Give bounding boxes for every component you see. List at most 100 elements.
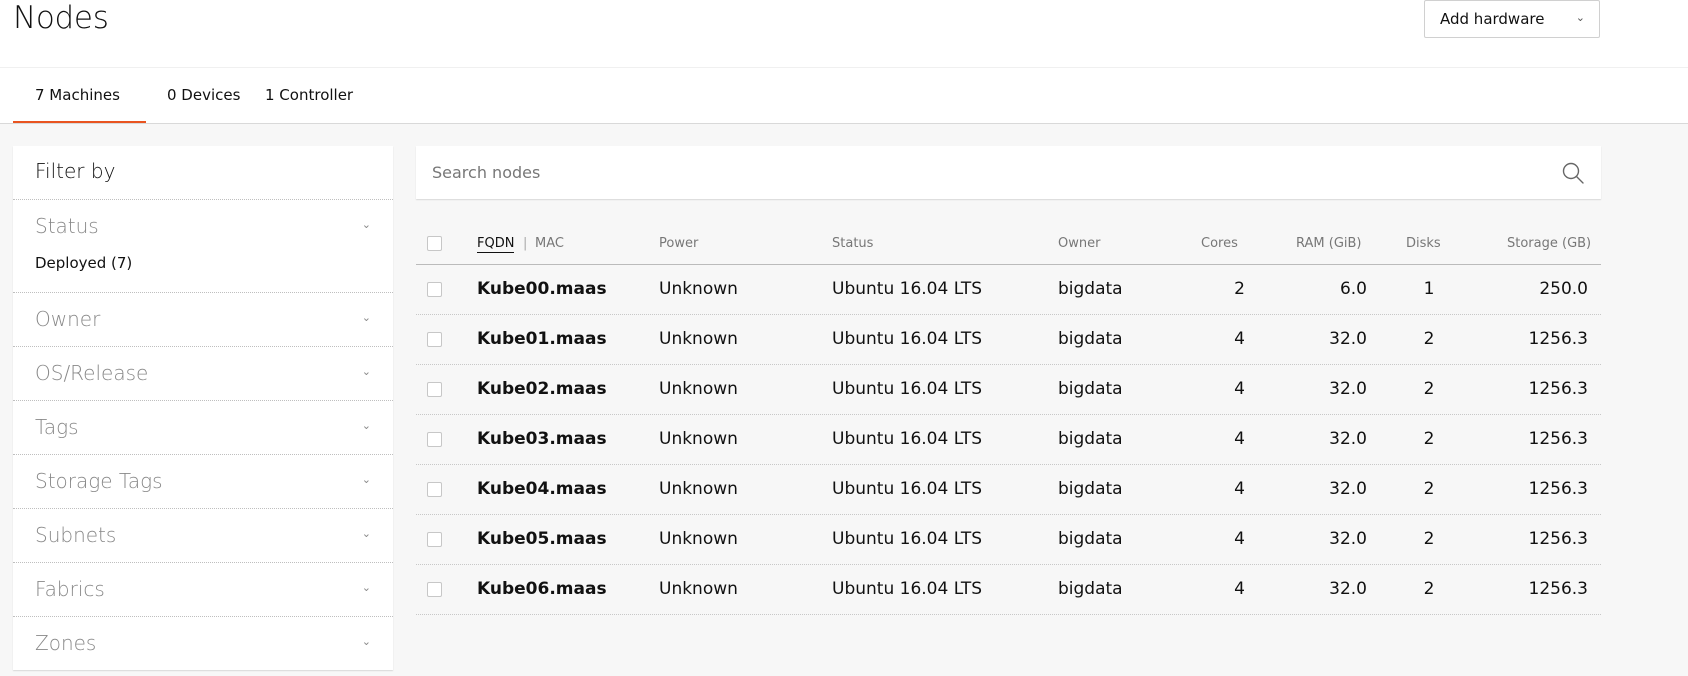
power-cell: Unknown [659, 329, 738, 349]
status-cell: Ubuntu 16.04 LTS [832, 329, 983, 349]
power-cell: Unknown [659, 379, 738, 399]
storage-cell: 1256.3 [1528, 379, 1588, 399]
select-all-checkbox[interactable] [427, 236, 442, 251]
table-header: FQDN | MAC Power Status Owner Cores RAM … [416, 228, 1601, 265]
power-cell: Unknown [659, 479, 738, 499]
facet-label: Zones [35, 631, 97, 655]
chevron-down-icon: ⌄ [361, 473, 371, 486]
owner-cell: bigdata [1058, 529, 1123, 549]
node-fqdn-link[interactable]: Kube03.maas [477, 429, 607, 449]
row-checkbox[interactable] [427, 432, 442, 447]
column-header-separator: | [523, 236, 528, 251]
chevron-down-icon: ⌄ [361, 581, 371, 594]
storage-cell: 1256.3 [1528, 429, 1588, 449]
status-cell: Ubuntu 16.04 LTS [832, 279, 983, 299]
table-row[interactable]: Kube06.maas Unknown Ubuntu 16.04 LTS big… [416, 565, 1601, 615]
chevron-down-icon: ⌄ [361, 218, 371, 231]
row-checkbox[interactable] [427, 582, 442, 597]
row-checkbox[interactable] [427, 482, 442, 497]
owner-cell: bigdata [1058, 579, 1123, 599]
cores-cell: 2 [1234, 279, 1245, 299]
chevron-down-icon: ⌄ [361, 311, 371, 324]
column-header-cores[interactable]: Cores [1201, 236, 1238, 251]
node-fqdn-link[interactable]: Kube06.maas [477, 579, 607, 599]
ram-cell: 6.0 [1339, 279, 1367, 299]
storage-cell: 1256.3 [1528, 329, 1588, 349]
search-input[interactable] [416, 146, 1536, 199]
facet-label: Status [35, 214, 99, 238]
node-fqdn-link[interactable]: Kube01.maas [477, 329, 607, 349]
status-cell: Ubuntu 16.04 LTS [832, 479, 983, 499]
disks-cell: 2 [1423, 529, 1435, 549]
column-header-owner[interactable]: Owner [1058, 236, 1100, 251]
table-row[interactable]: Kube00.maas Unknown Ubuntu 16.04 LTS big… [416, 265, 1601, 315]
column-header-storage[interactable]: Storage (GB) [1507, 236, 1591, 251]
status-cell: Ubuntu 16.04 LTS [832, 529, 983, 549]
owner-cell: bigdata [1058, 329, 1123, 349]
column-header-power[interactable]: Power [659, 236, 698, 251]
facet-label: Fabrics [35, 577, 105, 601]
page-header: Nodes Add hardware ⌄ 7 Machines 0 Device… [0, 0, 1688, 124]
table-row[interactable]: Kube02.maas Unknown Ubuntu 16.04 LTS big… [416, 365, 1601, 415]
power-cell: Unknown [659, 429, 738, 449]
column-header-disks[interactable]: Disks [1406, 236, 1441, 251]
ram-cell: 32.0 [1329, 379, 1367, 399]
filter-title: Filter by [35, 159, 116, 183]
tab-machines[interactable]: 7 Machines [13, 82, 146, 124]
row-checkbox[interactable] [427, 332, 442, 347]
disks-cell: 2 [1423, 429, 1435, 449]
disks-cell: 2 [1423, 329, 1435, 349]
disks-cell: 2 [1423, 479, 1435, 499]
column-header-status[interactable]: Status [832, 236, 873, 251]
ram-cell: 32.0 [1329, 529, 1367, 549]
disks-cell: 2 [1423, 379, 1435, 399]
ram-cell: 32.0 [1329, 479, 1367, 499]
facet-os-release[interactable]: OS/Release ⌄ [13, 347, 393, 401]
tab-controllers[interactable]: 1 Controller [263, 82, 393, 124]
column-header-fqdn[interactable]: FQDN [477, 236, 515, 253]
row-checkbox[interactable] [427, 282, 442, 297]
row-checkbox[interactable] [427, 382, 442, 397]
chevron-down-icon: ⌄ [1575, 11, 1585, 24]
table-row[interactable]: Kube04.maas Unknown Ubuntu 16.04 LTS big… [416, 465, 1601, 515]
facet-storage-tags[interactable]: Storage Tags ⌄ [13, 455, 393, 509]
column-header-mac[interactable]: MAC [535, 236, 564, 251]
tab-devices[interactable]: 0 Devices [146, 82, 263, 124]
node-fqdn-link[interactable]: Kube05.maas [477, 529, 607, 549]
cores-cell: 4 [1234, 379, 1245, 399]
cores-cell: 4 [1234, 579, 1245, 599]
cores-cell: 4 [1234, 479, 1245, 499]
table-row[interactable]: Kube03.maas Unknown Ubuntu 16.04 LTS big… [416, 415, 1601, 465]
add-hardware-label: Add hardware [1440, 10, 1545, 28]
table-row[interactable]: Kube05.maas Unknown Ubuntu 16.04 LTS big… [416, 515, 1601, 565]
add-hardware-button[interactable]: Add hardware ⌄ [1424, 0, 1600, 38]
status-cell: Ubuntu 16.04 LTS [832, 429, 983, 449]
facet-status-deployed[interactable]: Deployed (7) [35, 254, 132, 272]
owner-cell: bigdata [1058, 279, 1123, 299]
facet-owner[interactable]: Owner ⌄ [13, 293, 393, 347]
facet-fabrics[interactable]: Fabrics ⌄ [13, 563, 393, 617]
facet-status[interactable]: Status ⌄ Deployed (7) [13, 200, 393, 292]
search-icon[interactable] [1561, 161, 1585, 185]
chevron-down-icon: ⌄ [361, 635, 371, 648]
chevron-down-icon: ⌄ [361, 527, 371, 540]
facet-tags[interactable]: Tags ⌄ [13, 401, 393, 455]
owner-cell: bigdata [1058, 479, 1123, 499]
node-fqdn-link[interactable]: Kube04.maas [477, 479, 607, 499]
facet-subnets[interactable]: Subnets ⌄ [13, 509, 393, 563]
owner-cell: bigdata [1058, 429, 1123, 449]
facet-zones[interactable]: Zones ⌄ [13, 617, 393, 671]
node-tabs: 7 Machines 0 Devices 1 Controller [13, 82, 393, 124]
column-header-ram[interactable]: RAM (GiB) [1296, 236, 1362, 251]
row-checkbox[interactable] [427, 532, 442, 547]
power-cell: Unknown [659, 579, 738, 599]
node-fqdn-link[interactable]: Kube02.maas [477, 379, 607, 399]
filter-panel: Filter by Status ⌄ Deployed (7) Owner ⌄ … [13, 146, 393, 670]
storage-cell: 1256.3 [1528, 529, 1588, 549]
cores-cell: 4 [1234, 429, 1245, 449]
header-divider [0, 67, 1688, 68]
node-fqdn-link[interactable]: Kube00.maas [477, 279, 607, 299]
chevron-down-icon: ⌄ [361, 365, 371, 378]
table-row[interactable]: Kube01.maas Unknown Ubuntu 16.04 LTS big… [416, 315, 1601, 365]
facet-label: OS/Release [35, 361, 149, 385]
